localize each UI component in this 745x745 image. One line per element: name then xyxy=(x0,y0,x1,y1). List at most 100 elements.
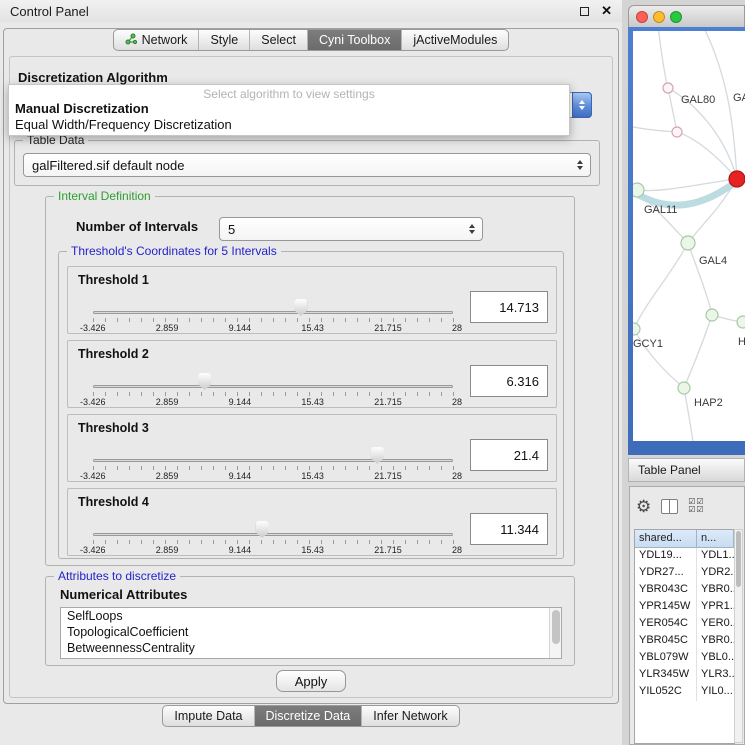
number-of-intervals-combobox[interactable]: 5 xyxy=(219,217,483,241)
scale-label: -3.426 xyxy=(80,323,106,333)
threshold-3-slider-track[interactable] xyxy=(93,459,453,462)
table-row[interactable]: YBR043CYBR0... xyxy=(635,582,734,599)
tab-impute-data[interactable]: Impute Data xyxy=(163,706,254,726)
table-cell[interactable]: YDR2... xyxy=(697,565,734,582)
float-window-icon[interactable] xyxy=(580,7,589,16)
select-columns-icon[interactable]: ☑☑☑☑ xyxy=(688,498,704,514)
gear-icon[interactable]: ⚙ xyxy=(636,498,651,515)
network-canvas[interactable]: GAL80GAGAL11GAL4GCY1HHAP2 xyxy=(633,31,745,441)
table-row[interactable]: YER054CYER0... xyxy=(635,616,734,633)
columns-icon[interactable] xyxy=(661,499,678,514)
threshold-4-label: Threshold 4 xyxy=(78,495,149,509)
table-data-combobox[interactable]: galFiltered.sif default node xyxy=(23,153,591,177)
network-node[interactable] xyxy=(663,83,673,93)
table-cell[interactable]: YIL0... xyxy=(697,684,734,701)
network-edge[interactable] xyxy=(658,31,668,90)
table-cell[interactable]: YBR045C xyxy=(635,633,697,650)
threshold-4-value[interactable]: 11.344 xyxy=(470,513,548,545)
scale-label: 15.43 xyxy=(301,545,324,555)
network-node[interactable] xyxy=(681,236,695,250)
dropdown-option-equal-width-frequency[interactable]: Equal Width/Frequency Discretization xyxy=(9,117,569,133)
table-cell[interactable]: YPR1... xyxy=(697,599,734,616)
threshold-1-value[interactable]: 14.713 xyxy=(470,291,548,323)
apply-button[interactable]: Apply xyxy=(276,670,346,692)
table-cell[interactable]: YDL19... xyxy=(635,548,697,565)
table-row[interactable]: YDR27...YDR2... xyxy=(635,565,734,582)
column-header[interactable]: n... xyxy=(697,530,734,548)
table-cell[interactable]: YBR043C xyxy=(635,582,697,599)
threshold-2-value[interactable]: 6.316 xyxy=(470,365,548,397)
dropdown-option-manual-discretization[interactable]: Manual Discretization xyxy=(9,101,569,117)
tab-select[interactable]: Select xyxy=(250,30,308,50)
scale-label: 2.859 xyxy=(156,397,179,407)
scale-label: 9.144 xyxy=(229,471,252,481)
table-cell[interactable]: YDL1... xyxy=(697,548,734,565)
tab-network[interactable]: Network xyxy=(114,30,200,50)
tab-jactivemodules[interactable]: jActiveModules xyxy=(402,30,508,50)
zoom-traffic-light[interactable] xyxy=(670,11,682,23)
network-edge[interactable] xyxy=(688,243,712,315)
network-node[interactable] xyxy=(678,382,690,394)
table-cell[interactable]: YBL0... xyxy=(697,650,734,667)
network-node[interactable] xyxy=(633,323,640,335)
network-node[interactable] xyxy=(633,183,644,197)
attribute-item[interactable]: SelfLoops xyxy=(61,608,561,624)
combobox-arrows-icon[interactable] xyxy=(572,92,592,118)
table-row[interactable]: YDL19...YDL1... xyxy=(635,548,734,565)
network-node[interactable] xyxy=(706,309,718,321)
table-scrollbar[interactable] xyxy=(734,529,743,743)
scrollbar-thumb[interactable] xyxy=(552,610,560,644)
network-edge[interactable] xyxy=(668,88,677,132)
table-cell[interactable]: YER0... xyxy=(697,616,734,633)
network-edge[interactable] xyxy=(633,126,677,132)
network-window-titlebar[interactable] xyxy=(628,5,745,27)
table-cell[interactable]: YPR145W xyxy=(635,599,697,616)
minimize-traffic-light[interactable] xyxy=(653,11,665,23)
control-panel-titlebar[interactable]: Control Panel ✕ xyxy=(0,0,622,22)
table-cell[interactable]: YIL052C xyxy=(635,684,697,701)
tab-label: Style xyxy=(210,33,238,47)
threshold-2-slider-track[interactable] xyxy=(93,385,453,388)
table-row[interactable]: YBL079WYBL0... xyxy=(635,650,734,667)
threshold-3-value[interactable]: 21.4 xyxy=(470,439,548,471)
table-panel-titlebar[interactable]: Table Panel xyxy=(628,458,745,482)
table-row[interactable]: YLR345WYLR3... xyxy=(635,667,734,684)
node-label: HAP2 xyxy=(694,397,723,409)
threshold-4-panel: Threshold 4 -3.4262.8599.14415.4321.7152… xyxy=(67,488,557,556)
close-traffic-light[interactable] xyxy=(636,11,648,23)
column-header[interactable]: shared... xyxy=(635,530,697,548)
network-edge[interactable] xyxy=(684,315,712,388)
threshold-1-slider-track[interactable] xyxy=(93,311,453,314)
table-cell[interactable]: YLR3... xyxy=(697,667,734,684)
table-row[interactable]: YPR145WYPR1... xyxy=(635,599,734,616)
table-row[interactable]: YIL052CYIL0... xyxy=(635,684,734,701)
table-panel: ⚙ ☑☑☑☑ shared... n... YDL19...YDL1...YDR… xyxy=(629,486,745,745)
tab-cyni-toolbox[interactable]: Cyni Toolbox xyxy=(308,30,402,50)
scale-label: 28 xyxy=(452,397,462,407)
tab-style[interactable]: Style xyxy=(199,30,250,50)
list-scrollbar[interactable] xyxy=(549,608,561,658)
table-cell[interactable]: YDR27... xyxy=(635,565,697,582)
numerical-attributes-list[interactable]: SelfLoopsTopologicalCoefficientBetweenne… xyxy=(60,607,562,659)
attribute-item[interactable]: TopologicalCoefficient xyxy=(61,624,561,640)
table-cell[interactable]: YBR0... xyxy=(697,582,734,599)
scrollbar-thumb[interactable] xyxy=(736,531,741,587)
thresholds-group: Threshold's Coordinates for 5 Intervals … xyxy=(58,251,564,559)
attribute-item[interactable]: BetweennessCentrality xyxy=(61,640,561,656)
network-edge[interactable] xyxy=(684,388,693,441)
network-node[interactable] xyxy=(672,127,682,137)
table-cell[interactable]: YBR0... xyxy=(697,633,734,650)
table-cell[interactable]: YBL079W xyxy=(635,650,697,667)
close-icon[interactable]: ✕ xyxy=(601,3,612,19)
network-node[interactable] xyxy=(737,316,745,328)
network-node[interactable] xyxy=(729,171,745,187)
network-edge[interactable] xyxy=(634,243,688,329)
table-row[interactable]: YBR045CYBR0... xyxy=(635,633,734,650)
table-cell[interactable]: YER054C xyxy=(635,616,697,633)
scale-label: 21.715 xyxy=(374,471,402,481)
tab-discretize-data[interactable]: Discretize Data xyxy=(255,706,363,726)
table-cell[interactable]: YLR345W xyxy=(635,667,697,684)
tab-label: Cyni Toolbox xyxy=(319,33,390,47)
tab-infer-network[interactable]: Infer Network xyxy=(362,706,458,726)
threshold-4-slider-track[interactable] xyxy=(93,533,453,536)
